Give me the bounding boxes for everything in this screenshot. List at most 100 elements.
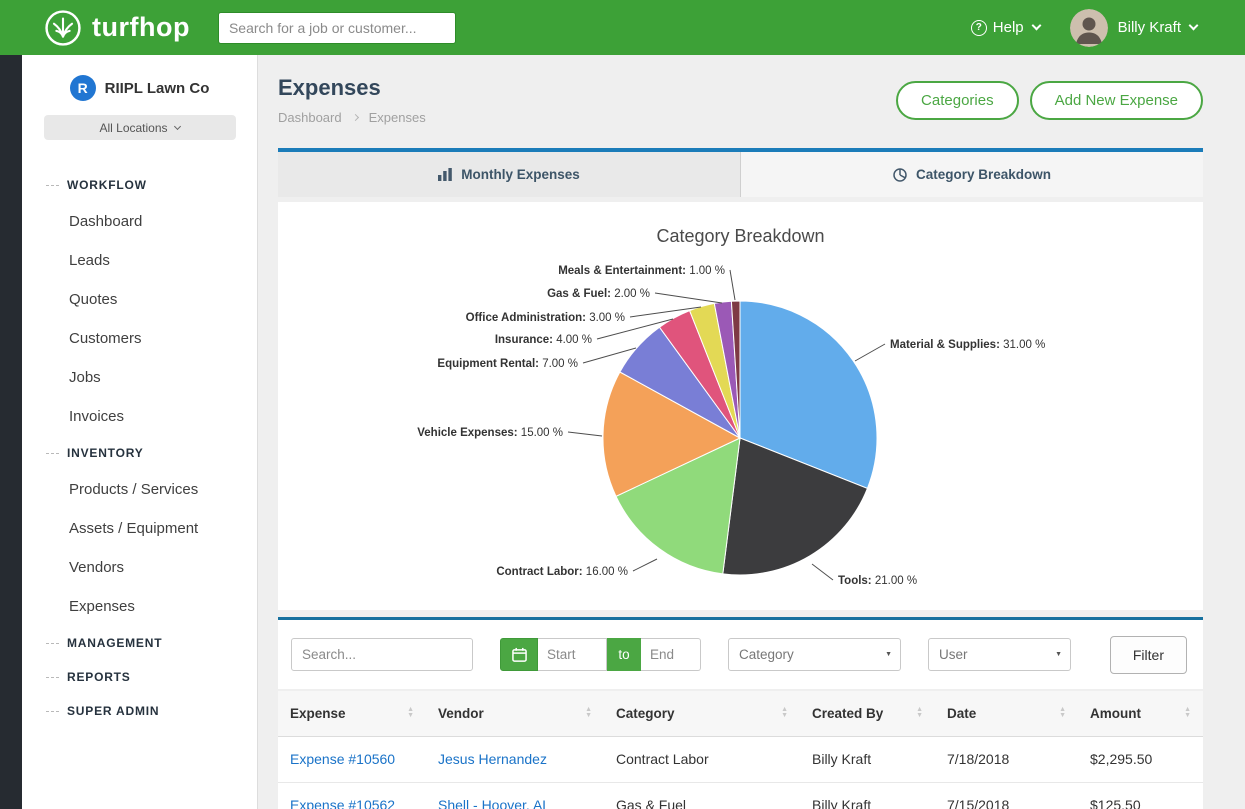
filter-button[interactable]: Filter: [1110, 636, 1187, 674]
company-row: R RIIPL Lawn Co: [22, 55, 257, 101]
start-date-input[interactable]: [538, 638, 607, 671]
tab-label: Monthly Expenses: [461, 167, 580, 182]
tab-monthly-expenses[interactable]: Monthly Expenses: [278, 152, 740, 197]
pie-label-leader-line: [655, 293, 722, 303]
category-filter-select[interactable]: Category ▼: [728, 638, 901, 671]
user-filter-select[interactable]: User ▼: [928, 638, 1071, 671]
sidebar-item-vendors[interactable]: Vendors: [22, 548, 257, 587]
column-header-vendor[interactable]: Vendor ▲▼: [426, 691, 604, 736]
pie-label: Contract Labor: 16.00 %: [496, 566, 628, 578]
breadcrumb-expenses: Expenses: [369, 110, 426, 125]
vendor-link[interactable]: Jesus Hernandez: [438, 751, 547, 767]
end-date-input[interactable]: [641, 638, 701, 671]
calendar-button[interactable]: [500, 638, 538, 671]
pie-label-leader-line: [633, 559, 657, 571]
topbar-right: ? Help Billy Kraft: [971, 9, 1197, 47]
sidebar-dark-strip: [0, 55, 22, 809]
sidebar-section-super-admin[interactable]: SUPER ADMIN: [22, 694, 257, 728]
sidebar-item-customers[interactable]: Customers: [22, 319, 257, 358]
page-title: Expenses: [278, 75, 426, 101]
sidebar-item-quotes[interactable]: Quotes: [22, 280, 257, 319]
calendar-icon: [512, 647, 527, 662]
chart-tabs: Monthly Expenses Category Breakdown: [278, 148, 1203, 197]
created-by-cell: Billy Kraft: [800, 782, 935, 809]
sort-icon: ▲▼: [781, 707, 788, 719]
sidebar-section-management[interactable]: MANAGEMENT: [22, 626, 257, 660]
sort-icon: ▲▼: [585, 707, 592, 719]
main-content: Expenses Dashboard Expenses Categories A…: [258, 55, 1245, 809]
sidebar-section-workflow[interactable]: WORKFLOW: [22, 168, 257, 202]
sidebar-item-jobs[interactable]: Jobs: [22, 358, 257, 397]
expenses-table: Expense▲▼ Vendor▲▼ Category▲▼ Created By…: [278, 691, 1203, 809]
sidebar-item-products-services[interactable]: Products / Services: [22, 470, 257, 509]
tab-category-breakdown[interactable]: Category Breakdown: [740, 152, 1203, 197]
location-selector[interactable]: All Locations: [44, 115, 236, 140]
expense-link[interactable]: Expense #10560: [290, 751, 395, 767]
sidebar-item-assets-equipment[interactable]: Assets / Equipment: [22, 509, 257, 548]
chevron-down-icon: [173, 123, 180, 130]
sidebar-section-inventory[interactable]: INVENTORY: [22, 436, 257, 470]
sidebar-section-reports[interactable]: REPORTS: [22, 660, 257, 694]
pie-chart-icon: [893, 168, 907, 182]
column-label: Expense: [290, 706, 346, 721]
column-header-created-by[interactable]: Created By ▲▼: [800, 691, 935, 736]
sidebar-item-expenses[interactable]: Expenses: [22, 587, 257, 626]
filter-bar: to Category ▼ User ▼ Filter: [278, 617, 1203, 689]
pie-label: Meals & Entertainment: 1.00 %: [558, 265, 725, 277]
categories-button[interactable]: Categories: [896, 81, 1019, 120]
column-header-date[interactable]: Date▲▼: [935, 691, 1078, 736]
topbar: turfhop ? Help Billy Kraft: [0, 0, 1245, 55]
select-arrow-icon: ▼: [1055, 651, 1062, 658]
pie-label: Vehicle Expenses: 15.00 %: [417, 427, 563, 439]
turfhop-logo-icon: [44, 9, 82, 47]
category-filter-value: Category: [739, 647, 794, 662]
global-search-input[interactable]: [218, 12, 456, 44]
sidebar-item-leads[interactable]: Leads: [22, 241, 257, 280]
breadcrumb-dashboard[interactable]: Dashboard: [278, 110, 342, 125]
pie-label-leader-line: [812, 564, 833, 580]
help-icon: ?: [971, 20, 987, 36]
bar-chart-icon: [438, 168, 452, 181]
brand[interactable]: turfhop: [44, 9, 190, 47]
sidebar-item-invoices[interactable]: Invoices: [22, 397, 257, 436]
pie-label: Tools: 21.00 %: [838, 575, 917, 587]
column-label: Category: [616, 706, 675, 721]
column-label: Vendor: [438, 706, 484, 721]
company-name: RIIPL Lawn Co: [105, 80, 210, 97]
date-cell: 7/15/2018: [935, 782, 1078, 809]
pie-label: Gas & Fuel: 2.00 %: [547, 288, 650, 300]
date-range-group: to: [500, 638, 701, 671]
user-name: Billy Kraft: [1118, 19, 1181, 36]
pie-label: Office Administration: 3.00 %: [466, 312, 625, 324]
sort-icon: ▲▼: [916, 707, 923, 719]
column-header-expense[interactable]: Expense▲▼: [278, 691, 426, 736]
amount-cell: $2,295.50: [1078, 736, 1203, 782]
table-search-input[interactable]: [291, 638, 473, 671]
help-menu[interactable]: ? Help: [971, 19, 1040, 36]
expenses-table-wrap: Expense▲▼ Vendor▲▼ Category▲▼ Created By…: [278, 691, 1203, 809]
chart-panel: Category Breakdown Material & Supplies: …: [278, 202, 1203, 610]
column-header-amount[interactable]: Amount▲▼: [1078, 691, 1203, 736]
brand-name: turfhop: [92, 12, 190, 43]
user-avatar[interactable]: [1070, 9, 1108, 47]
vendor-link[interactable]: Shell - Hoover, AL: [438, 797, 550, 809]
pie-label: Insurance: 4.00 %: [495, 334, 592, 346]
pie-label: Material & Supplies: 31.00 %: [890, 339, 1045, 351]
chevron-down-icon: [1031, 21, 1041, 31]
user-menu[interactable]: Billy Kraft: [1118, 19, 1197, 36]
category-breakdown-pie-chart: Material & Supplies: 31.00 % Tools: 21.00…: [278, 247, 1203, 599]
table-row: Expense #10560 Jesus Hernandez Contract …: [278, 736, 1203, 782]
chevron-down-icon: [1189, 21, 1199, 31]
column-header-category[interactable]: Category ▲▼: [604, 691, 800, 736]
expense-link[interactable]: Expense #10562: [290, 797, 395, 809]
section-label: SUPER ADMIN: [67, 704, 159, 718]
sidebar-item-dashboard[interactable]: Dashboard: [22, 202, 257, 241]
add-new-expense-button[interactable]: Add New Expense: [1030, 81, 1203, 120]
tab-label: Category Breakdown: [916, 167, 1051, 182]
table-header-row: Expense▲▼ Vendor▲▼ Category▲▼ Created By…: [278, 691, 1203, 736]
created-by-cell: Billy Kraft: [800, 736, 935, 782]
page-header: Expenses Dashboard Expenses Categories A…: [278, 75, 1203, 125]
section-label: REPORTS: [67, 670, 131, 684]
date-cell: 7/18/2018: [935, 736, 1078, 782]
column-label: Created By: [812, 706, 883, 721]
